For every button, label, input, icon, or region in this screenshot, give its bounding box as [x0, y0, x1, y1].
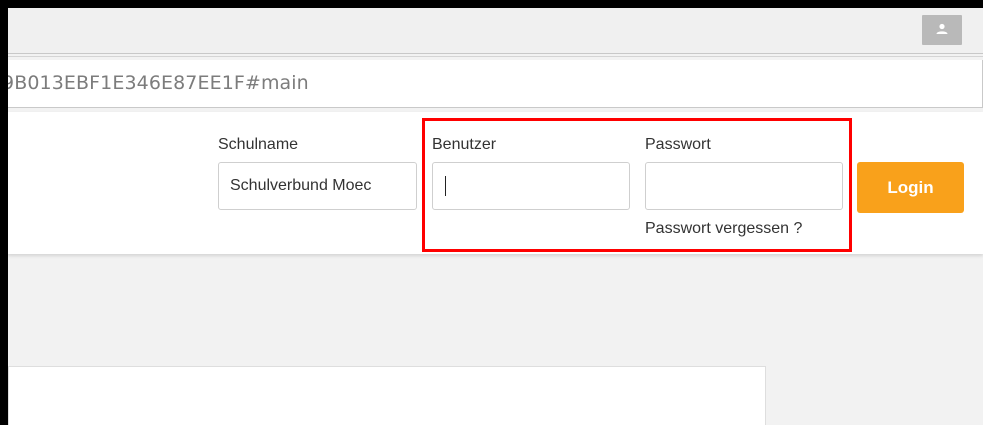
login-button[interactable]: Login [857, 162, 964, 213]
address-bar[interactable]: 9B013EBF1E346E87EE1F#main [8, 60, 983, 108]
url-text: 9B013EBF1E346E87EE1F#main [8, 72, 309, 94]
highlight-box [422, 118, 852, 252]
content-card [8, 366, 766, 425]
school-name-field[interactable]: Schulverbund Moec [218, 162, 417, 210]
school-name-value: Schulverbund Moec [230, 177, 372, 194]
school-name-label: Schulname [218, 136, 299, 153]
browser-window: 9B013EBF1E346E87EE1F#main Schulname Schu… [8, 8, 983, 425]
person-icon [936, 23, 948, 34]
browser-top-bar [8, 8, 983, 57]
profile-button[interactable] [922, 15, 962, 45]
login-bar: Schulname Schulverbund Moec Benutzer Pas… [8, 112, 983, 254]
